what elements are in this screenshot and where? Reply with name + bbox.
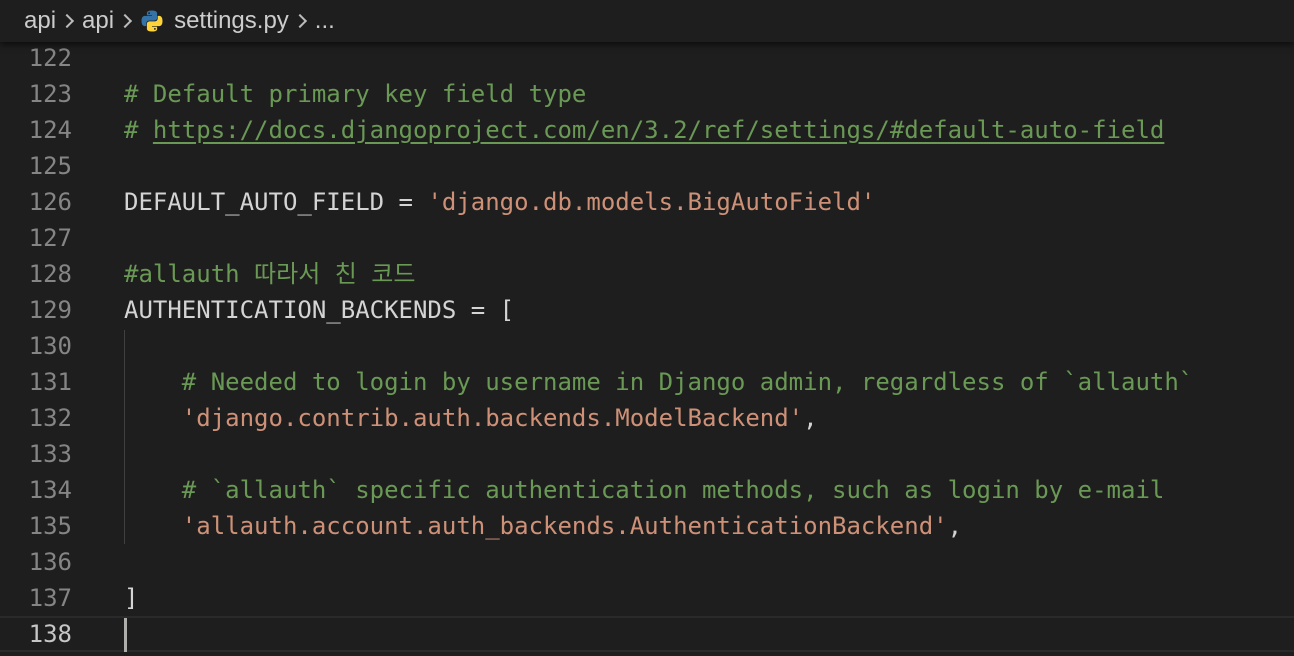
breadcrumb-symbol-more[interactable]: ... — [315, 7, 335, 35]
code-token-plain: , — [803, 404, 818, 432]
code-line[interactable]: 124 # https://docs.djangoproject.com/en/3… — [0, 112, 1294, 148]
chevron-right-icon — [56, 9, 82, 33]
code-text: # Default primary key field type — [124, 76, 586, 112]
line-number: 135 — [28, 512, 72, 540]
code-text: ] — [124, 580, 138, 616]
line-number: 129 — [28, 296, 72, 324]
code-token-string: 'django.contrib.auth.backends.ModelBacke… — [181, 404, 804, 432]
code-text: # https://docs.djangoproject.com/en/3.2/… — [124, 112, 1164, 148]
breadcrumb-file-name: settings.py — [174, 7, 289, 34]
code-token-comment: #allauth 따라서 친 코드 — [124, 260, 416, 288]
editor-window: api api settings.py ... 122 123 # Default … — [0, 0, 1294, 656]
line-number: 126 — [28, 188, 72, 216]
code-line[interactable]: 135 'allauth.account.auth_backends.Authe… — [0, 508, 1294, 544]
code-line[interactable]: 132 'django.contrib.auth.backends.ModelB… — [0, 400, 1294, 436]
code-token-comment: # Needed to login by username in Django … — [181, 368, 1194, 396]
code-editor[interactable]: 122 123 # Default primary key field type 12… — [0, 42, 1294, 656]
code-link[interactable]: https://docs.djangoproject.com/en/3.2/re… — [153, 116, 1164, 144]
code-text: AUTHENTICATION_BACKENDS = [ — [124, 292, 514, 328]
line-number: 131 — [28, 368, 72, 396]
line-number: 122 — [28, 44, 72, 72]
line-number: 128 — [28, 260, 72, 288]
code-token-string: 'django.db.models.BigAutoField' — [427, 188, 876, 216]
code-line[interactable]: 122 — [0, 40, 1294, 76]
code-line[interactable]: 138 — [0, 616, 1294, 652]
code-line[interactable]: 133 — [0, 436, 1294, 472]
line-number: 125 — [28, 152, 72, 180]
breadcrumb-folder-api[interactable]: api — [24, 7, 56, 35]
code-text: 'allauth.account.auth_backends.Authentic… — [124, 508, 962, 544]
line-number: 130 — [28, 332, 72, 360]
code-text: DEFAULT_AUTO_FIELD = 'django.db.models.B… — [124, 184, 875, 220]
code-token-comment: # `allauth` specific authentication meth… — [181, 476, 1165, 504]
code-line[interactable]: 127 — [0, 220, 1294, 256]
code-line[interactable]: 128 #allauth 따라서 친 코드 — [0, 256, 1294, 292]
code-token-plain: AUTHENTICATION_BACKENDS = [ — [124, 296, 515, 324]
code-token-plain: DEFAULT_AUTO_FIELD = — [124, 188, 428, 216]
breadcrumb: api api settings.py ... — [0, 0, 1294, 42]
code-token-comment: # — [124, 116, 153, 144]
code-line[interactable]: 131 # Needed to login by username in Dja… — [0, 364, 1294, 400]
code-line[interactable]: 130 — [0, 328, 1294, 364]
line-number: 137 — [28, 584, 72, 612]
code-text: # Needed to login by username in Django … — [124, 364, 1193, 400]
code-token-comment: # Default primary key field type — [124, 80, 587, 108]
code-line[interactable]: 129 AUTHENTICATION_BACKENDS = [ — [0, 292, 1294, 328]
line-number: 134 — [28, 476, 72, 504]
code-line[interactable]: 137] — [0, 580, 1294, 616]
line-number: 136 — [28, 548, 72, 576]
line-number: 133 — [28, 440, 72, 468]
code-token-string: 'allauth.account.auth_backends.Authentic… — [181, 512, 948, 540]
code-token-plain: ] — [124, 584, 139, 612]
line-number: 132 — [28, 404, 72, 432]
code-token-plain: , — [947, 512, 963, 540]
text-cursor — [124, 618, 127, 652]
breadcrumb-file[interactable]: settings.py — [140, 7, 289, 35]
code-line[interactable]: 136 — [0, 544, 1294, 580]
line-number: 127 — [28, 224, 72, 252]
chevron-right-icon — [114, 9, 140, 33]
python-icon — [140, 9, 164, 33]
code-text: #allauth 따라서 친 코드 — [124, 256, 415, 292]
code-text: 'django.contrib.auth.backends.ModelBacke… — [124, 400, 818, 436]
code-text: # `allauth` specific authentication meth… — [124, 472, 1165, 508]
code-line[interactable]: 126 DEFAULT_AUTO_FIELD = 'django.db.model… — [0, 184, 1294, 220]
line-number: 138 — [28, 620, 72, 648]
chevron-right-icon — [289, 9, 315, 33]
code-line[interactable]: 134 # `allauth` specific authentication … — [0, 472, 1294, 508]
line-number: 124 — [28, 116, 72, 144]
code-line[interactable]: 125 — [0, 148, 1294, 184]
line-number: 123 — [28, 80, 72, 108]
code-line[interactable]: 123 # Default primary key field type — [0, 76, 1294, 112]
breadcrumb-folder-api-sub[interactable]: api — [82, 7, 114, 35]
